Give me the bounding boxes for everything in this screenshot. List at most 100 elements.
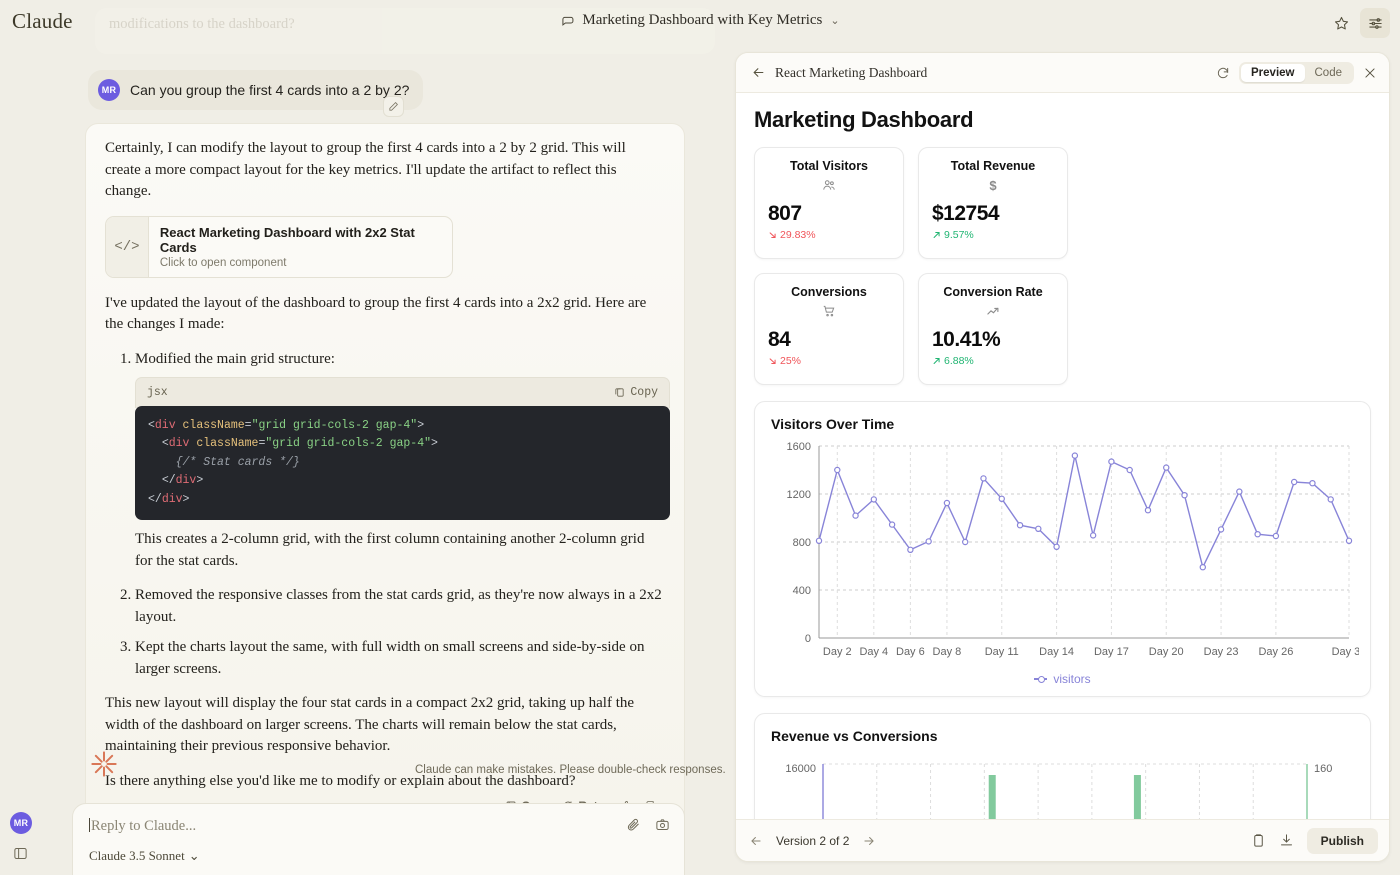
publish-button[interactable]: Publish <box>1307 828 1378 854</box>
paperclip-icon[interactable] <box>626 817 641 832</box>
artifact-chip-title: React Marketing Dashboard with 2x2 Stat … <box>160 225 441 255</box>
assistant-paragraph-3: This new layout will display the four st… <box>105 693 665 758</box>
close-icon[interactable] <box>1363 66 1377 80</box>
user-message: MR Can you group the first 4 cards into … <box>88 70 423 110</box>
chart-title: Revenue vs Conversions <box>771 728 1354 744</box>
code-caption: This creates a 2-column grid, with the f… <box>135 529 665 572</box>
artifact-panel: React Marketing Dashboard Preview Code M… <box>735 52 1390 862</box>
list-item: Modified the main grid structure: jsx Co… <box>135 349 665 521</box>
artifact-chip-subtitle: Click to open component <box>160 257 441 269</box>
chat-column: modifications to the dashboard? MR Can y… <box>0 0 735 875</box>
camera-icon[interactable] <box>655 817 670 832</box>
trend-up-icon <box>932 303 1054 319</box>
star-icon[interactable] <box>1326 8 1356 38</box>
stat-card-total-revenue: Total Revenue $ $12754 9.57% <box>918 147 1068 259</box>
svg-text:800: 800 <box>793 537 811 549</box>
arrow-up-right-icon <box>932 230 942 240</box>
app-brand: Claude <box>12 9 73 34</box>
conversation-title-text: Marketing Dashboard with Key Metrics <box>582 12 822 29</box>
stat-label: Conversion Rate <box>932 285 1054 299</box>
conversation-title[interactable]: Marketing Dashboard with Key Metrics ⌄ <box>560 12 839 29</box>
tab-code[interactable]: Code <box>1305 64 1353 82</box>
copy-code-button[interactable]: Copy <box>614 382 658 404</box>
revenue-conversions-bar-chart: 16000160 <box>771 750 1359 823</box>
svg-text:Day 8: Day 8 <box>933 646 962 658</box>
stat-delta-text: 6.88% <box>944 355 974 367</box>
prev-version-button[interactable] <box>749 834 763 848</box>
status-badge: 25% <box>768 355 890 367</box>
top-bar: Claude Marketing Dashboard with Key Metr… <box>0 0 1400 48</box>
users-icon <box>768 177 890 193</box>
artifact-footer: Version 2 of 2 Publish <box>736 819 1390 861</box>
reply-placeholder: Reply to Claude... <box>91 818 196 834</box>
chevron-down-icon: ⌄ <box>830 14 839 27</box>
stat-value: 10.41% <box>932 328 1054 352</box>
stat-label: Total Visitors <box>768 159 890 173</box>
stat-delta-text: 29.83% <box>780 229 816 241</box>
code-block: jsx Copy <div className="grid grid-cols-… <box>135 377 670 520</box>
next-version-button[interactable] <box>862 834 876 848</box>
stat-card-total-visitors: Total Visitors 807 29.83% <box>754 147 904 259</box>
chevron-down-icon: ⌄ <box>189 848 200 864</box>
copy-code-label: Copy <box>630 382 658 404</box>
status-badge: 6.88% <box>932 355 1054 367</box>
steps-list-continued: Removed the responsive classes from the … <box>135 585 665 680</box>
arrow-up-right-icon <box>932 356 942 366</box>
svg-text:Day 20: Day 20 <box>1149 646 1184 658</box>
composer[interactable]: Reply to Claude... Claude 3.5 Sonnet ⌄ <box>72 803 685 875</box>
disclaimer-text: Claude can make mistakes. Please double-… <box>415 764 726 776</box>
artifact-body: Marketing Dashboard Total Visitors 807 <box>736 93 1389 823</box>
assistant-paragraph-2: I've updated the layout of the dashboard… <box>105 293 665 336</box>
code-icon: </> <box>106 217 149 277</box>
refresh-icon[interactable] <box>1216 66 1230 80</box>
chart-legend[interactable]: visitors <box>771 672 1354 686</box>
composer-actions <box>626 817 670 832</box>
artifact-chip[interactable]: </> React Marketing Dashboard with 2x2 S… <box>105 216 453 278</box>
legend-marker-icon <box>1034 678 1047 680</box>
artifact-title: React Marketing Dashboard <box>775 65 927 81</box>
stat-value: $12754 <box>932 202 1054 226</box>
assistant-message: Certainly, I can modify the layout to gr… <box>85 123 685 827</box>
svg-text:0: 0 <box>805 633 811 645</box>
stat-value: 84 <box>768 328 890 352</box>
step-1-text: Modified the main grid structure: <box>135 351 335 367</box>
panel-toggle-icon[interactable] <box>13 846 28 861</box>
tab-preview[interactable]: Preview <box>1241 64 1304 82</box>
top-bar-actions <box>1326 8 1390 38</box>
svg-text:Day 14: Day 14 <box>1039 646 1074 658</box>
claude-logo-icon <box>90 750 118 778</box>
stat-label: Total Revenue <box>932 159 1054 173</box>
stat-label: Conversions <box>768 285 890 299</box>
artifact-header: React Marketing Dashboard Preview Code <box>736 53 1389 93</box>
svg-text:Day 23: Day 23 <box>1204 646 1239 658</box>
claude-app: Claude Marketing Dashboard with Key Metr… <box>0 0 1400 875</box>
legend-label: visitors <box>1053 672 1090 686</box>
visitors-line-chart: 040080012001600Day 2Day 4Day 6Day 8Day 1… <box>771 438 1359 670</box>
stat-delta-text: 25% <box>780 355 801 367</box>
sliders-icon[interactable] <box>1360 8 1390 38</box>
svg-text:Day 17: Day 17 <box>1094 646 1129 658</box>
user-message-text: Can you group the first 4 cards into a 2… <box>130 82 409 98</box>
model-selector[interactable]: Claude 3.5 Sonnet ⌄ <box>89 848 200 864</box>
page-title: Marketing Dashboard <box>754 107 1371 133</box>
download-icon[interactable] <box>1279 833 1294 848</box>
list-item: Removed the responsive classes from the … <box>135 585 665 628</box>
user-avatar-rail[interactable]: MR <box>10 812 32 834</box>
status-badge: 9.57% <box>932 229 1054 241</box>
stat-value: 807 <box>768 202 890 226</box>
cart-icon <box>768 303 890 319</box>
reply-input[interactable]: Reply to Claude... <box>89 818 668 835</box>
svg-text:Day 30: Day 30 <box>1332 646 1359 658</box>
svg-text:Day 11: Day 11 <box>985 646 1019 658</box>
assistant-paragraph-1: Certainly, I can modify the layout to gr… <box>105 138 665 203</box>
chart-title: Visitors Over Time <box>771 416 1354 432</box>
svg-text:Day 2: Day 2 <box>823 646 852 658</box>
clipboard-icon[interactable] <box>1251 833 1266 848</box>
code-block-header: jsx Copy <box>135 377 670 408</box>
edit-message-button[interactable] <box>383 96 404 117</box>
stat-card-grid: Total Visitors 807 29.83% <box>754 147 1068 385</box>
stat-delta-text: 9.57% <box>944 229 974 241</box>
arrow-left-icon[interactable] <box>746 65 770 80</box>
svg-text:Day 26: Day 26 <box>1258 646 1293 658</box>
svg-text:1600: 1600 <box>787 441 811 453</box>
